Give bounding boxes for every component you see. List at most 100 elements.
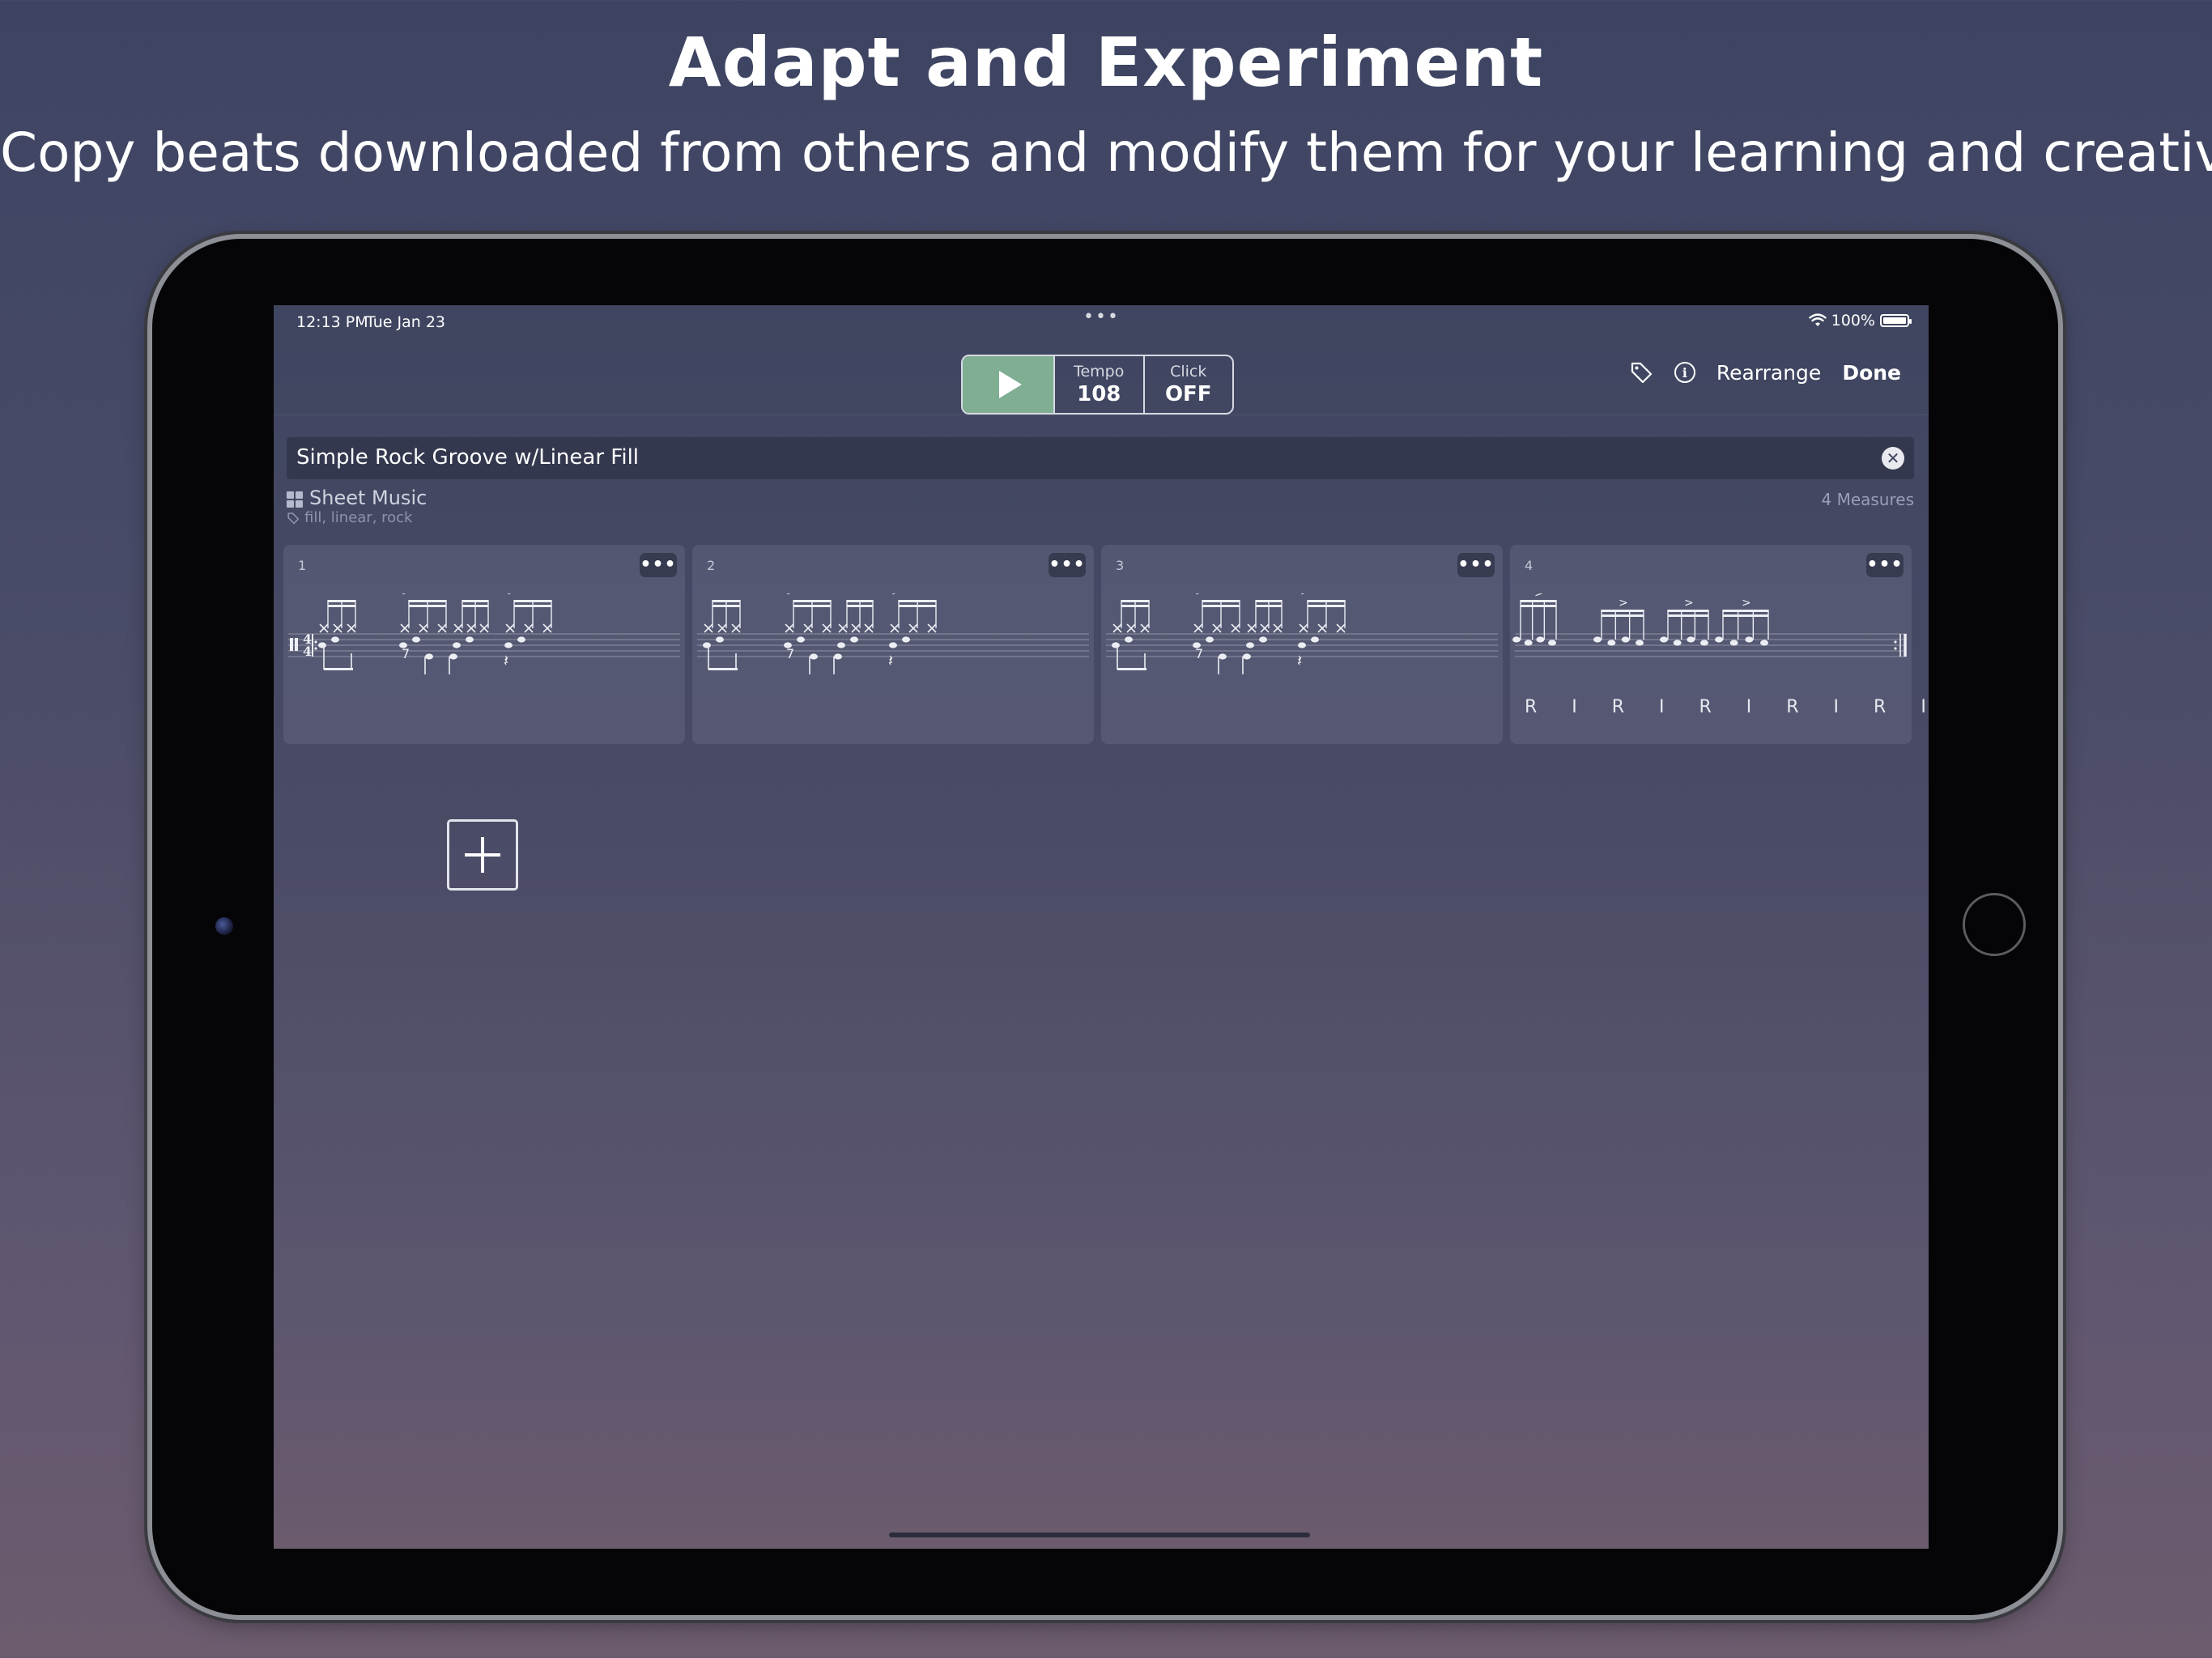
- snare-note: [1548, 640, 1556, 646]
- snare-note: [1125, 636, 1133, 643]
- note-beam: [847, 600, 873, 602]
- tags-row[interactable]: fill, linear, rock: [287, 509, 412, 526]
- beat-meta-row: Sheet Music 4 Measures: [287, 487, 1914, 512]
- eighth-rest-icon: 7: [786, 646, 794, 661]
- percussion-clef: [295, 638, 298, 651]
- battery-level: [1883, 317, 1906, 324]
- note-beam: [793, 600, 831, 602]
- note-beam: [713, 605, 740, 607]
- note-beam: [328, 605, 355, 607]
- note-beam: [1121, 600, 1149, 602]
- kick-note: [425, 653, 433, 660]
- note-beam: [1202, 605, 1240, 607]
- snare-note: [1729, 640, 1738, 646]
- snare-note: [1298, 642, 1306, 648]
- measure-number: 4: [1525, 558, 1534, 573]
- measure-more-button[interactable]: •••: [640, 553, 677, 577]
- measure-more-button[interactable]: •••: [1049, 553, 1086, 577]
- measure-number: 2: [707, 558, 716, 573]
- repeat-dot: [1894, 640, 1897, 644]
- note-beam: [1121, 605, 1149, 607]
- accent-mark: >: [891, 593, 901, 598]
- wifi-icon: [1808, 313, 1827, 326]
- kick-beam: [708, 668, 738, 670]
- note-beam: [847, 605, 873, 607]
- click-label: Click: [1170, 363, 1207, 380]
- battery-percentage: 100%: [1831, 312, 1875, 329]
- snare-note: [1112, 642, 1120, 648]
- snare-note: [716, 636, 724, 643]
- home-indicator[interactable]: [889, 1533, 1310, 1537]
- snare-note: [1206, 636, 1214, 643]
- note-beam: [1521, 600, 1556, 602]
- view-mode-label[interactable]: Sheet Music: [309, 487, 427, 509]
- snare-note: [1636, 640, 1644, 646]
- multitasking-dots-icon[interactable]: •••: [1083, 307, 1120, 327]
- measures-row: 1 ••• 4 4 > >7 𝄽 2 ••• > >7 𝄽 3 ••• > >7 𝄽 4 •••…: [283, 545, 1929, 744]
- measure-card[interactable]: 1 ••• 44>>7𝄽: [283, 545, 685, 744]
- note-beam: [899, 605, 936, 607]
- note-beam: [514, 605, 551, 607]
- note-beam: [328, 600, 355, 602]
- snare-note: [1512, 636, 1521, 643]
- measure-card[interactable]: 3 ••• > >7 𝄽: [1101, 545, 1503, 744]
- repeat-dot: [1894, 647, 1897, 650]
- note-beam: [1602, 610, 1644, 612]
- beat-title[interactable]: Simple Rock Groove w/Linear Fill: [296, 445, 639, 470]
- note-beam: [409, 605, 446, 607]
- percussion-clef: [290, 638, 293, 651]
- rearrange-button[interactable]: Rearrange: [1716, 361, 1821, 385]
- note-beam: [793, 605, 831, 607]
- note-beam: [462, 600, 488, 602]
- battery-icon: [1880, 314, 1912, 327]
- tag-icon[interactable]: [1629, 360, 1653, 385]
- tempo-label: Tempo: [1074, 363, 1125, 380]
- accent-mark: >: [1619, 597, 1628, 610]
- drum-notation-staff: > >7 𝄽: [1106, 593, 1498, 674]
- drum-notation-staff: 44>>7𝄽: [288, 593, 680, 674]
- home-button[interactable]: [1963, 893, 2026, 956]
- add-measure-button[interactable]: [447, 819, 518, 891]
- note-beam: [1202, 600, 1240, 602]
- measure-count: 4 Measures: [1821, 490, 1914, 509]
- kick-note: [834, 653, 842, 660]
- front-camera: [215, 917, 233, 935]
- measure-card[interactable]: 2 ••• > >7 𝄽: [692, 545, 1094, 744]
- snare-note: [902, 636, 910, 643]
- note-beam: [1723, 614, 1768, 617]
- play-button[interactable]: [963, 356, 1053, 413]
- click-value: OFF: [1164, 382, 1212, 406]
- measure-card[interactable]: 4 ••• > > > > R I R I R I R I R I R L: [1510, 545, 1929, 744]
- done-button[interactable]: Done: [1842, 361, 1901, 385]
- kick-note: [1243, 653, 1251, 660]
- measure-number: 3: [1116, 558, 1125, 573]
- subheadline: Copy beats downloaded from others and mo…: [0, 121, 2212, 184]
- measure-more-button[interactable]: •••: [1457, 553, 1495, 577]
- snare-note: [1660, 636, 1668, 643]
- measure-more-button[interactable]: •••: [1866, 553, 1904, 577]
- clear-title-button[interactable]: ✕: [1882, 447, 1904, 470]
- snare-note: [318, 642, 326, 648]
- click-control[interactable]: Click OFF: [1142, 356, 1233, 413]
- snare-note: [703, 642, 711, 648]
- note-beam: [1308, 600, 1345, 602]
- app-screen: 12:13 PM Tue Jan 23 ••• 100% Tempo 108 C…: [274, 305, 1929, 1549]
- headline: Adapt and Experiment: [668, 23, 1544, 102]
- snare-note: [1607, 640, 1616, 646]
- tempo-control[interactable]: Tempo 108: [1053, 356, 1143, 413]
- accent-mark: >: [402, 593, 411, 598]
- beat-title-field[interactable]: Simple Rock Groove w/Linear Fill ✕: [287, 437, 1914, 479]
- accent-mark: >: [1684, 597, 1694, 610]
- snare-note: [797, 636, 805, 643]
- snare-note: [331, 636, 339, 643]
- snare-note: [466, 636, 474, 643]
- status-indicators: 100%: [1808, 312, 1912, 329]
- tags-list: fill, linear, rock: [304, 509, 413, 526]
- info-icon[interactable]: i: [1674, 362, 1695, 383]
- snare-note: [1760, 640, 1768, 646]
- status-bar: 12:13 PM Tue Jan 23 ••• 100%: [274, 305, 1929, 338]
- note-beam: [462, 605, 488, 607]
- kick-note: [810, 653, 818, 660]
- plus-icon: [465, 837, 500, 873]
- kick-note: [1219, 653, 1227, 660]
